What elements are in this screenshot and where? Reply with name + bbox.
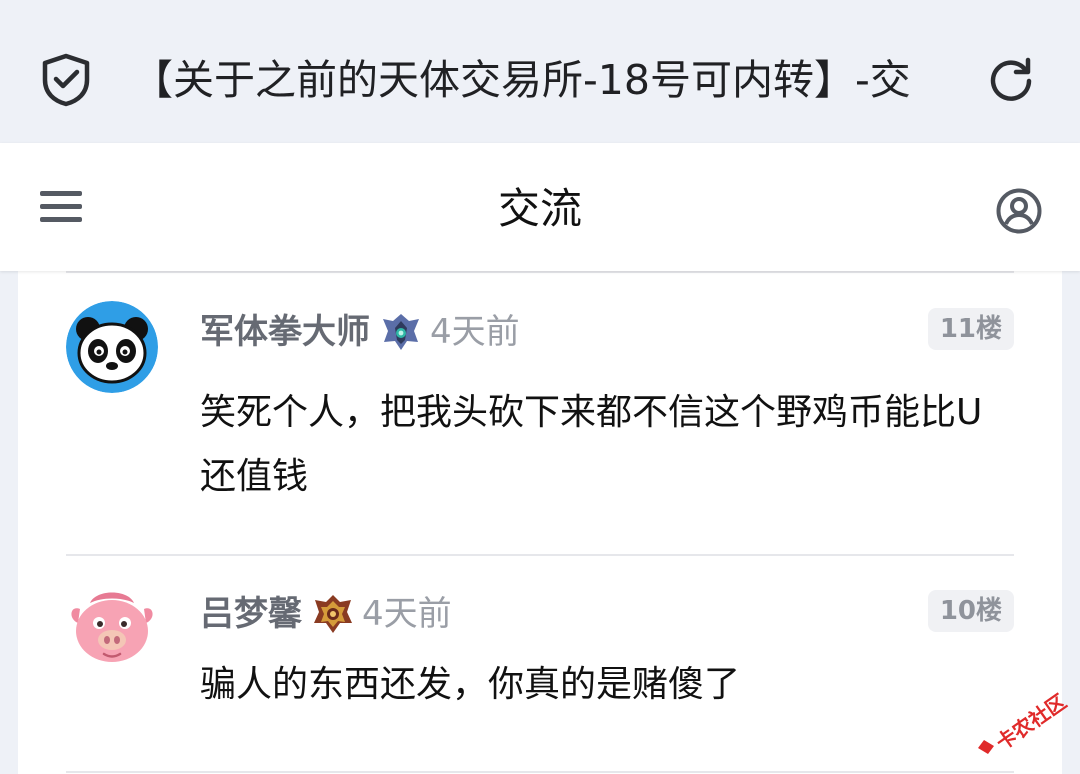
app-header: 交流 [0, 143, 1080, 271]
author-name[interactable]: 吕梦馨 [200, 589, 302, 639]
blue-rank-badge [383, 314, 419, 350]
comment-item: 军体拳大师 4天前 11楼 笑死个人，把我头砍下来都不信这个野鸡币能比U还值钱 [18, 271, 1062, 553]
post-time: 4天前 [362, 594, 452, 634]
post-time: 4天前 [430, 312, 520, 352]
comment-meta: 军体拳大师 4天前 [200, 307, 520, 357]
user-circle-icon[interactable] [995, 187, 1043, 235]
comment-text: 骗人的东西还发，你真的是赌傻了 [200, 664, 741, 705]
pink-pig-avatar[interactable] [66, 583, 158, 675]
comments-card: 军体拳大师 4天前 11楼 笑死个人，把我头砍下来都不信这个野鸡币能比U还值钱 [18, 271, 1062, 774]
author-name[interactable]: 军体拳大师 [200, 307, 370, 357]
comment-item: 吕梦馨 4天前 10楼 骗人的东西还发，你真的是赌傻了 [18, 555, 1062, 773]
page-title-url[interactable]: 【关于之前的天体交易所-18号可内转】-交 [132, 50, 952, 110]
shield-check-icon[interactable] [40, 52, 92, 108]
section-title: 交流 [497, 184, 582, 233]
comment-text: 笑死个人，把我头砍下来都不信这个野鸡币能比U还值钱 [200, 392, 983, 497]
browser-url-bar: 【关于之前的天体交易所-18号可内转】-交 [0, 0, 1080, 143]
reload-icon[interactable] [986, 54, 1036, 104]
floor-badge: 10楼 [927, 590, 1014, 632]
gold-rank-badge [314, 595, 352, 633]
post-list-area: 军体拳大师 4天前 11楼 笑死个人，把我头砍下来都不信这个野鸡币能比U还值钱 [0, 271, 1080, 774]
divider [66, 771, 1014, 773]
comment-meta: 吕梦馨 4天前 [200, 589, 452, 639]
panda-avatar[interactable] [66, 301, 158, 393]
floor-badge: 11楼 [927, 308, 1014, 350]
